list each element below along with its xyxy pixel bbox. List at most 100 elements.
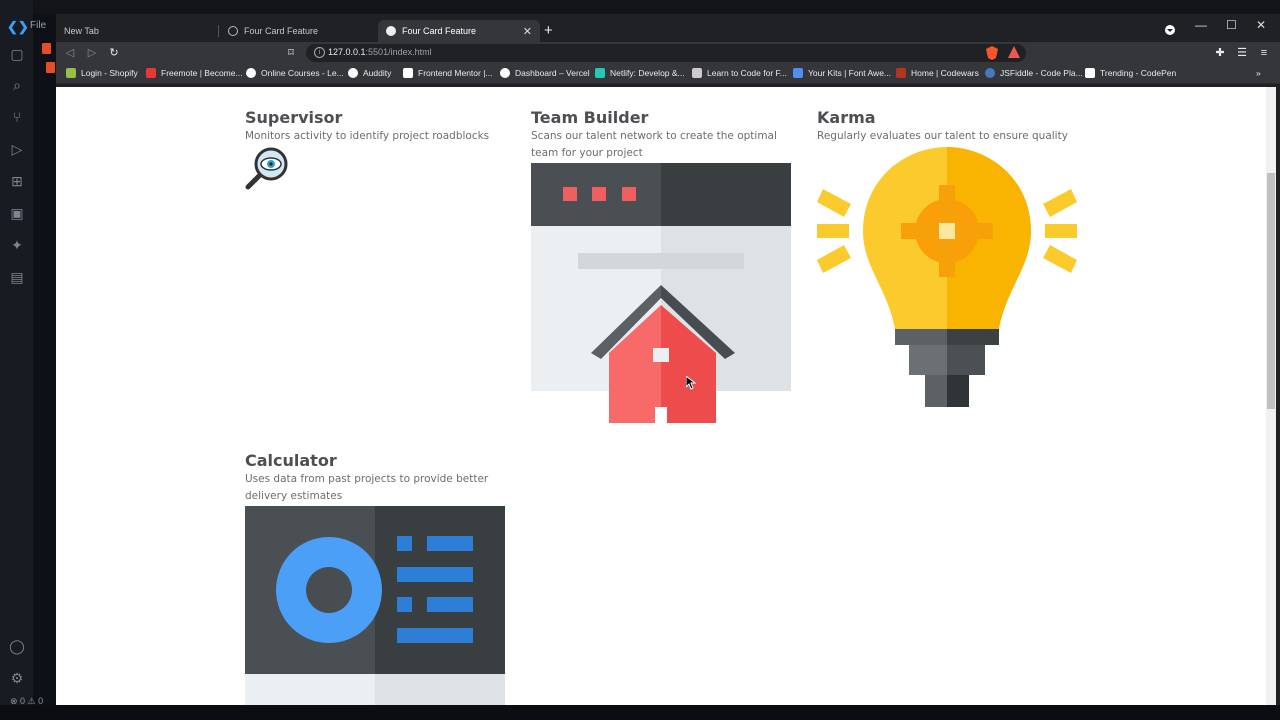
- source-control-icon[interactable]: ⑂: [7, 107, 27, 127]
- card-title: Supervisor: [245, 108, 343, 127]
- freecodecamp-icon: [692, 68, 702, 78]
- run-debug-icon[interactable]: ▷: [7, 139, 27, 159]
- codewars-icon: [896, 68, 906, 78]
- reading-list-icon[interactable]: ☰: [1234, 45, 1250, 61]
- bookmark-item[interactable]: Netlify: Develop &...: [595, 68, 685, 78]
- card-description: Scans our talent network to create the o…: [531, 130, 777, 159]
- bookmark-label: Dashboard – Vercel: [515, 68, 590, 78]
- close-window-icon[interactable]: ✕: [1256, 18, 1266, 32]
- explorer-icon[interactable]: ▢: [7, 44, 27, 64]
- bookmark-icon[interactable]: ⌑: [283, 45, 299, 61]
- bookmark-label: Freemote | Become...: [161, 68, 243, 78]
- bookmark-item[interactable]: Learn to Code for F...: [692, 68, 787, 78]
- bookmark-item[interactable]: Home | Codewars: [896, 68, 979, 78]
- new-tab-button[interactable]: +: [544, 20, 553, 42]
- font-awesome-flag-icon: [793, 68, 803, 78]
- page-scrollbar[interactable]: [1266, 87, 1276, 705]
- live-share-icon[interactable]: ✦: [7, 235, 27, 255]
- close-tab-icon[interactable]: ✕: [523, 25, 532, 38]
- bookmark-label: Home | Codewars: [911, 68, 979, 78]
- bookmark-item[interactable]: Frontend Mentor |...: [403, 68, 493, 78]
- github-icon: [348, 68, 358, 78]
- html-file-icon: [46, 62, 55, 73]
- scrollbar-thumb[interactable]: [1267, 173, 1275, 409]
- frontend-mentor-icon: [403, 68, 413, 78]
- bookmark-label: Learn to Code for F...: [707, 68, 787, 78]
- bookmark-item[interactable]: Trending - CodePen: [1085, 68, 1176, 78]
- tab-label: Four Card Feature: [402, 26, 477, 36]
- card-supervisor: Supervisor Monitors activity to identify…: [245, 108, 505, 145]
- bookmark-item[interactable]: JSFiddle - Code Pla...: [985, 68, 1083, 78]
- online-courses-icon: [246, 68, 256, 78]
- card-calculator: Calculator Uses data from past projects …: [245, 451, 515, 505]
- remote-explorer-icon[interactable]: ▣: [7, 203, 27, 223]
- bookmark-label: Frontend Mentor |...: [418, 68, 493, 78]
- bookmark-label: Netlify: Develop &...: [610, 68, 685, 78]
- card-title: Team Builder: [531, 108, 649, 127]
- card-description: Uses data from past projects to provide …: [245, 473, 489, 502]
- bookmark-label: Your Kits | Font Awe...: [808, 68, 892, 78]
- more-bookmarks-icon[interactable]: »: [1256, 68, 1261, 78]
- page-favicon-icon: [386, 26, 396, 36]
- jsfiddle-icon: [985, 68, 995, 78]
- extensions-icon[interactable]: ⊞: [7, 171, 27, 191]
- tab-new-tab[interactable]: New Tab: [56, 20, 216, 42]
- vscode-menu-file[interactable]: File: [30, 20, 46, 31]
- url-host: 127.0.0.1: [328, 47, 366, 57]
- bookmark-item[interactable]: Your Kits | Font Awe...: [793, 68, 891, 78]
- forward-icon[interactable]: ▷: [84, 45, 100, 61]
- docker-icon[interactable]: ▤: [7, 267, 27, 287]
- bookmark-item[interactable]: Freemote | Become...: [146, 68, 243, 78]
- magnifier-eye-icon: [245, 147, 288, 190]
- maximize-icon[interactable]: ☐: [1226, 18, 1237, 32]
- bookmark-label: Login - Shopify: [81, 68, 138, 78]
- tab-four-card-feature-active[interactable]: Four Card Feature ✕: [378, 20, 540, 42]
- extensions-puzzle-icon[interactable]: ✚: [1212, 45, 1228, 61]
- settings-gear-icon[interactable]: ⚙: [7, 668, 27, 688]
- mouse-cursor-icon: [686, 376, 696, 390]
- tab-strip: New Tab Four Card Feature Four Card Feat…: [56, 20, 1280, 42]
- tab-divider: [218, 25, 219, 37]
- window-top-frame: [0, 0, 1280, 14]
- url-text: 127.0.0.1:5501/index.html: [328, 47, 432, 57]
- search-icon[interactable]: ⌕: [7, 75, 27, 95]
- profile-download-icon[interactable]: [1164, 24, 1176, 36]
- bookmark-label: Online Courses - Le...: [261, 68, 344, 78]
- vercel-icon: [500, 68, 510, 78]
- browser-toolbar: ◁ ▷ ↻ ⌑ i 127.0.0.1:5501/index.html ✚ ☰ …: [56, 42, 1280, 64]
- netlify-icon: [595, 68, 605, 78]
- page-viewport: Supervisor Monitors activity to identify…: [56, 87, 1266, 705]
- card-title: Karma: [817, 108, 876, 127]
- bookmark-item[interactable]: Login - Shopify: [66, 68, 138, 78]
- bookmark-item[interactable]: Dashboard – Vercel: [500, 68, 590, 78]
- tab-label: New Tab: [64, 26, 99, 36]
- tab-four-card-feature[interactable]: Four Card Feature: [220, 20, 376, 42]
- bookmarks-bar: Login - Shopify Freemote | Become... Onl…: [56, 64, 1280, 84]
- globe-icon: [228, 26, 238, 36]
- bookmark-item[interactable]: Online Courses - Le...: [246, 68, 344, 78]
- account-icon[interactable]: ◯: [7, 636, 27, 656]
- browser-menu-icon[interactable]: ≡: [1256, 45, 1272, 61]
- url-path: :5501/index.html: [365, 47, 432, 57]
- card-description: Monitors activity to identify project ro…: [245, 130, 490, 142]
- address-bar[interactable]: i 127.0.0.1:5501/index.html: [306, 44, 1026, 62]
- dashboard-card-illustration: [245, 506, 505, 705]
- tab-label: Four Card Feature: [244, 26, 319, 36]
- vscode-activity-bar: ▢ ⌕ ⑂ ▷ ⊞ ▣ ✦ ▤ ◯ ⚙: [0, 0, 34, 720]
- brave-rewards-icon[interactable]: [1008, 46, 1020, 58]
- brave-shield-icon[interactable]: [986, 46, 998, 60]
- lightbulb-illustration: [817, 147, 1077, 407]
- codepen-icon: [1085, 68, 1095, 78]
- back-icon[interactable]: ◁: [62, 45, 78, 61]
- bookmark-item[interactable]: Auddity: [348, 68, 391, 78]
- card-title: Calculator: [245, 451, 337, 470]
- site-info-icon[interactable]: i: [314, 47, 325, 58]
- card-karma: Karma Regularly evaluates our talent to …: [817, 108, 1077, 145]
- card-description: Regularly evaluates our talent to ensure…: [817, 130, 1068, 142]
- house-browser-illustration: [531, 163, 791, 423]
- vscode-logo-icon: ❮❯: [7, 19, 29, 34]
- bookmark-label: Auddity: [363, 68, 392, 78]
- reload-icon[interactable]: ↻: [106, 45, 122, 61]
- minimize-icon[interactable]: —: [1195, 18, 1207, 32]
- freemote-icon: [146, 68, 156, 78]
